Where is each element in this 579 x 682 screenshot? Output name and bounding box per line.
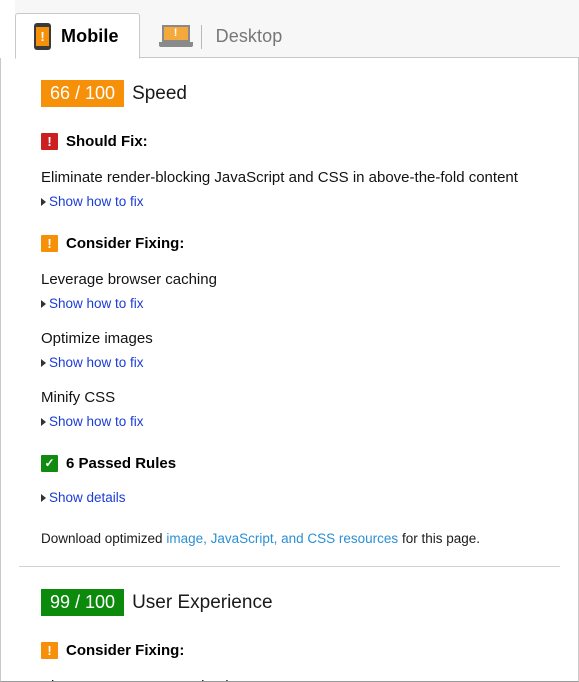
group-should-fix-label: Should Fix:: [66, 133, 148, 150]
show-how-to-fix-row[interactable]: Show how to fix: [41, 355, 560, 370]
rule-item: Leverage browser caching Show how to fix: [41, 270, 560, 311]
rule-item: Eliminate render-blocking JavaScript and…: [41, 168, 560, 209]
results-panel: 66 / 100 Speed Should Fix: Eliminate ren…: [0, 58, 579, 682]
ux-score-row: 99 / 100 User Experience: [41, 589, 560, 616]
speed-score-row: 66 / 100 Speed: [41, 80, 560, 107]
rule-item: Minify CSS Show how to fix: [41, 388, 560, 429]
tab-strip: Mobile Desktop: [0, 0, 579, 59]
rule-item: Optimize images Show how to fix: [41, 329, 560, 370]
rule-item: Size tap targets appropriately Show how …: [41, 677, 560, 681]
group-passed-rules: 6 Passed Rules: [41, 455, 560, 472]
show-how-to-fix-row[interactable]: Show how to fix: [41, 194, 560, 209]
group-ux-consider-fixing-label: Consider Fixing:: [66, 642, 185, 659]
group-ux-consider-fixing: Consider Fixing:: [41, 642, 560, 659]
exclamation-icon: [41, 235, 58, 252]
group-should-fix: Should Fix:: [41, 133, 560, 150]
group-consider-fixing: Consider Fixing:: [41, 235, 560, 252]
tab-mobile[interactable]: Mobile: [15, 13, 140, 59]
tab-desktop-label: Desktop: [215, 26, 283, 46]
show-how-to-fix-row[interactable]: Show how to fix: [41, 296, 560, 311]
download-suffix: for this page.: [398, 531, 480, 546]
mobile-phone-warning-icon: [34, 22, 51, 50]
chevron-right-icon: [41, 493, 46, 502]
tab-icon-divider: [200, 24, 202, 49]
show-details-link[interactable]: Show details: [49, 490, 126, 505]
ux-score-title: User Experience: [132, 591, 273, 613]
show-how-to-fix-link[interactable]: Show how to fix: [49, 355, 144, 370]
exclamation-icon: [41, 133, 58, 150]
tab-mobile-label: Mobile: [61, 25, 119, 46]
chevron-right-icon: [41, 358, 46, 367]
tab-list: Mobile Desktop: [15, 0, 579, 59]
chevron-right-icon: [41, 417, 46, 426]
rule-name: Eliminate render-blocking JavaScript and…: [41, 169, 518, 186]
chevron-right-icon: [41, 197, 46, 206]
show-how-to-fix-row[interactable]: Show how to fix: [41, 414, 560, 429]
speed-score-title: Speed: [132, 82, 188, 104]
rule-name: Optimize images: [41, 330, 153, 347]
speed-score-badge: 66 / 100: [41, 80, 125, 107]
rule-name: Size tap targets appropriately: [41, 677, 560, 681]
download-prefix: Download optimized: [41, 531, 167, 546]
show-details-row[interactable]: Show details: [41, 490, 560, 505]
tab-strip-left-cap: [0, 0, 15, 58]
laptop-warning-icon: [158, 24, 193, 49]
passed-rules-details: Show details: [41, 490, 560, 505]
rule-name: Leverage browser caching: [41, 271, 217, 288]
show-how-to-fix-link[interactable]: Show how to fix: [49, 194, 144, 209]
chevron-right-icon: [41, 299, 46, 308]
show-how-to-fix-link[interactable]: Show how to fix: [49, 414, 144, 429]
download-resources-link[interactable]: image, JavaScript, and CSS resources: [166, 531, 398, 546]
section-user-experience: 99 / 100 User Experience Consider Fixing…: [19, 566, 560, 681]
tab-desktop[interactable]: Desktop: [140, 13, 304, 59]
ux-score-badge: 99 / 100: [41, 589, 125, 616]
group-passed-rules-label: 6 Passed Rules: [66, 455, 177, 472]
checkmark-icon: [41, 455, 58, 472]
group-consider-fixing-label: Consider Fixing:: [66, 235, 185, 252]
show-how-to-fix-link[interactable]: Show how to fix: [49, 296, 144, 311]
download-resources-line: Download optimized image, JavaScript, an…: [41, 530, 560, 548]
rule-name: Minify CSS: [41, 389, 116, 406]
section-speed: 66 / 100 Speed Should Fix: Eliminate ren…: [19, 58, 560, 548]
exclamation-icon: [41, 642, 58, 659]
